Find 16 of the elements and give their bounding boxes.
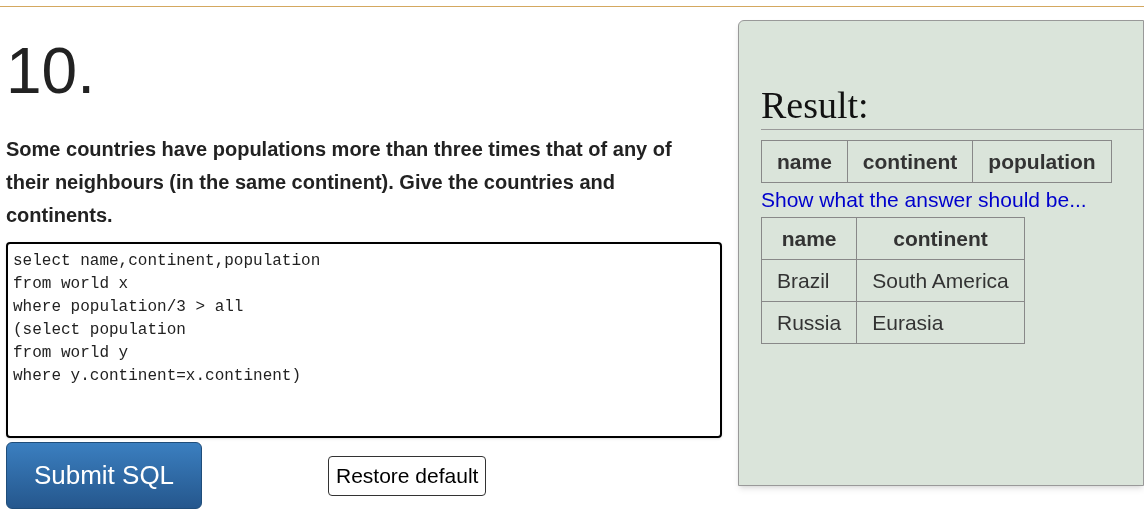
table-cell: Brazil [761, 259, 857, 302]
question-number: 10. [6, 39, 95, 103]
result-heading: Result: [761, 85, 870, 125]
show-answer-link[interactable]: Show what the answer should be... [761, 183, 1087, 217]
restore-default-button[interactable]: Restore default [328, 455, 487, 496]
column-header: population [972, 140, 1112, 183]
sql-editor-field[interactable]: select name,continent,population from world x where population/3 > all (select population from world y where y.continent=x.continent) [6, 242, 722, 438]
table-cell: Eurasia [856, 301, 1025, 344]
column-header: name [761, 140, 848, 183]
column-header: continent [847, 140, 973, 183]
table-cell: South America [856, 259, 1025, 302]
column-header: name [761, 217, 857, 260]
submit-button[interactable]: Submit SQL [6, 442, 202, 509]
table-cell: Russia [761, 301, 857, 344]
column-header: continent [856, 217, 1025, 260]
question-text: Some countries have populations more than three times that of any of their neighbours (in the same continent). Give the countries and continents. [6, 137, 673, 228]
